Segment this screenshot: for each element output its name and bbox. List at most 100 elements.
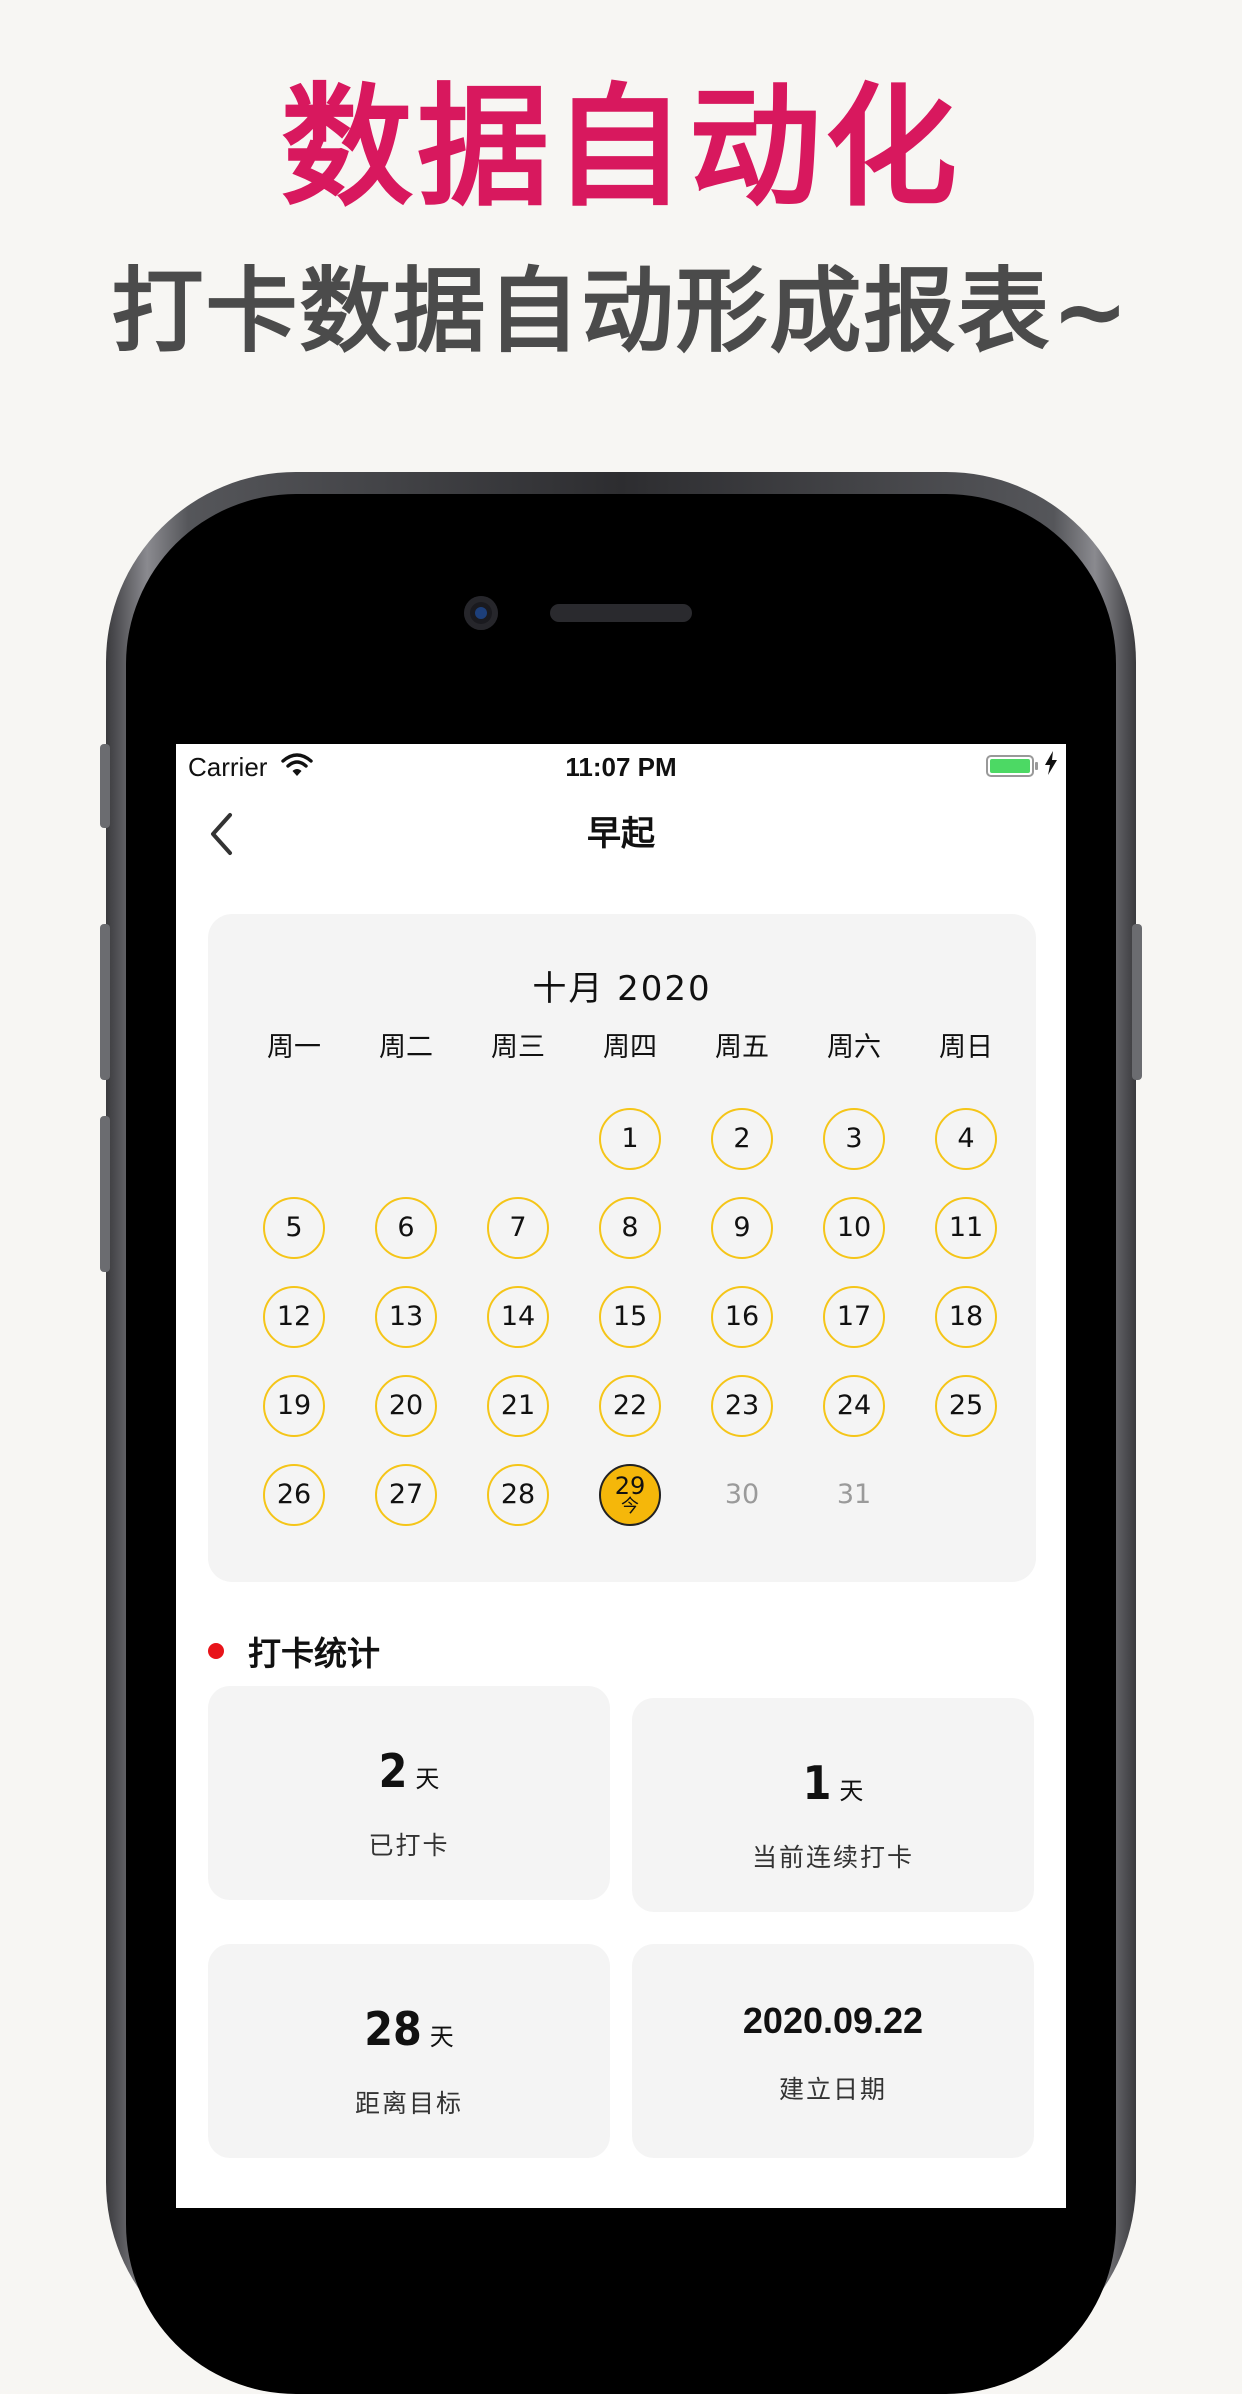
status-time: 11:07 PM bbox=[565, 752, 677, 782]
stat-label: 已打卡 bbox=[368, 1831, 450, 1860]
calendar-day[interactable]: 24 bbox=[798, 1361, 910, 1450]
calendar-day-circle: 28 bbox=[487, 1463, 549, 1526]
calendar-day[interactable]: 17 bbox=[798, 1272, 910, 1361]
calendar-day[interactable]: 6 bbox=[350, 1183, 462, 1272]
calendar-day-number: 12 bbox=[276, 1301, 312, 1332]
calendar-day-circle: 14 bbox=[487, 1285, 549, 1348]
calendar-day-circle: 8 bbox=[599, 1196, 661, 1259]
stat-value-row: 28 天 bbox=[208, 2000, 610, 2069]
calendar-day[interactable]: 26 bbox=[238, 1450, 350, 1539]
calendar-day[interactable]: 25 bbox=[910, 1361, 1022, 1450]
calendar-day-today[interactable]: 29 今 bbox=[574, 1450, 686, 1539]
stat-card-days-to-goal: 28 天 距离目标 bbox=[208, 1944, 610, 2158]
calendar-day-number: 7 bbox=[509, 1212, 527, 1243]
calendar-day-circle: 20 bbox=[375, 1374, 437, 1437]
calendar-day[interactable]: 9 bbox=[686, 1183, 798, 1272]
weekday-label: 周六 bbox=[827, 1032, 881, 1063]
calendar-day-circle: 7 bbox=[487, 1196, 549, 1259]
calendar-day-circle: 24 bbox=[823, 1374, 885, 1437]
calendar-day-number: 28 bbox=[500, 1479, 536, 1510]
stat-unit: 天 bbox=[415, 1765, 440, 1793]
calendar-day-number: 17 bbox=[836, 1301, 872, 1332]
calendar-day[interactable]: 1 bbox=[574, 1094, 686, 1183]
calendar-empty-cell bbox=[462, 1094, 574, 1183]
calendar-day[interactable]: 14 bbox=[462, 1272, 574, 1361]
calendar-day[interactable]: 7 bbox=[462, 1183, 574, 1272]
earpiece-speaker bbox=[550, 604, 692, 622]
stat-value-row: 1天 bbox=[632, 1754, 1034, 1823]
weekday-label: 周五 bbox=[715, 1032, 769, 1063]
calendar-day-circle: 6 bbox=[375, 1196, 437, 1259]
front-camera bbox=[464, 596, 498, 630]
calendar-day-number: 20 bbox=[388, 1390, 424, 1421]
weekday-label: 周一 bbox=[267, 1032, 321, 1063]
calendar-day-number: 25 bbox=[948, 1390, 984, 1421]
calendar-day-number: 30 bbox=[724, 1479, 760, 1510]
stat-label: 距离目标 bbox=[354, 2089, 463, 2118]
stat-unit: 天 bbox=[429, 2023, 454, 2051]
today-marker: 今 bbox=[621, 1495, 639, 1517]
calendar-weekday-header: 周一 周二 周三 周四 周五 周六 周日 bbox=[238, 1026, 1022, 1070]
stat-label: 建立日期 bbox=[778, 2075, 887, 2104]
weekday-label: 周日 bbox=[939, 1032, 993, 1063]
calendar-day[interactable]: 12 bbox=[238, 1272, 350, 1361]
charging-bolt-icon bbox=[1044, 750, 1058, 782]
calendar-day[interactable]: 15 bbox=[574, 1272, 686, 1361]
calendar-day-number: 26 bbox=[276, 1479, 312, 1510]
phone-volume-down-button bbox=[100, 1116, 110, 1272]
calendar-day[interactable]: 5 bbox=[238, 1183, 350, 1272]
calendar-day-circle: 19 bbox=[263, 1374, 325, 1437]
calendar-days-grid: 1 2 3 4 5 6 7 8 9 10 11 12 13 14 15 16 17 18 19 20 21 22 23 24 2… bbox=[238, 1094, 1022, 1539]
calendar-day-circle: 2 bbox=[711, 1107, 773, 1170]
calendar-day-number: 4 bbox=[957, 1123, 975, 1154]
calendar-day-number: 10 bbox=[836, 1212, 872, 1243]
calendar-day[interactable]: 19 bbox=[238, 1361, 350, 1450]
calendar-day[interactable]: 8 bbox=[574, 1183, 686, 1272]
calendar-day-number: 3 bbox=[845, 1123, 863, 1154]
calendar-day-circle: 29 今 bbox=[599, 1463, 661, 1526]
section-dot-icon bbox=[208, 1643, 224, 1659]
stat-card-current-streak: 1天 当前连续打卡 bbox=[632, 1698, 1034, 1912]
calendar-day-number: 9 bbox=[733, 1212, 751, 1243]
calendar-day[interactable]: 4 bbox=[910, 1094, 1022, 1183]
calendar-day[interactable]: 18 bbox=[910, 1272, 1022, 1361]
calendar-day-number: 13 bbox=[388, 1301, 424, 1332]
calendar-day-number: 18 bbox=[948, 1301, 984, 1332]
calendar-day-circle: 22 bbox=[599, 1374, 661, 1437]
calendar-day[interactable]: 2 bbox=[686, 1094, 798, 1183]
weekday-label: 周四 bbox=[603, 1032, 657, 1063]
calendar-day-number: 21 bbox=[500, 1390, 536, 1421]
calendar-day-number: 19 bbox=[276, 1390, 312, 1421]
calendar-day[interactable]: 28 bbox=[462, 1450, 574, 1539]
calendar-day-circle: 26 bbox=[263, 1463, 325, 1526]
promo-subline: 打卡数据自动形成报表~ bbox=[111, 258, 1131, 365]
calendar-day[interactable]: 10 bbox=[798, 1183, 910, 1272]
calendar-day[interactable]: 13 bbox=[350, 1272, 462, 1361]
calendar-day[interactable]: 16 bbox=[686, 1272, 798, 1361]
calendar-day-circle: 13 bbox=[375, 1285, 437, 1348]
weekday-label: 周二 bbox=[379, 1032, 433, 1063]
stat-value-row: 2天 bbox=[208, 1742, 610, 1811]
stat-label: 当前连续打卡 bbox=[751, 1843, 914, 1872]
calendar-day[interactable]: 21 bbox=[462, 1361, 574, 1450]
calendar-day[interactable]: 31 bbox=[798, 1450, 910, 1539]
calendar-day-circle: 5 bbox=[263, 1196, 325, 1259]
stat-date-value: 2020.09.22 bbox=[742, 2000, 924, 2041]
calendar-day-number: 31 bbox=[836, 1479, 872, 1510]
calendar-day[interactable]: 20 bbox=[350, 1361, 462, 1450]
calendar-day-number: 16 bbox=[724, 1301, 760, 1332]
calendar-day[interactable]: 23 bbox=[686, 1361, 798, 1450]
calendar-empty-cell bbox=[238, 1094, 350, 1183]
calendar-day[interactable]: 27 bbox=[350, 1450, 462, 1539]
calendar-day[interactable]: 22 bbox=[574, 1361, 686, 1450]
calendar-day-number: 15 bbox=[612, 1301, 648, 1332]
stat-unit: 天 bbox=[839, 1777, 864, 1805]
stat-number: 28 bbox=[364, 2002, 422, 2056]
calendar-day[interactable]: 11 bbox=[910, 1183, 1022, 1272]
stats-section-title: 打卡统计 bbox=[248, 1634, 380, 1673]
calendar-day[interactable]: 3 bbox=[798, 1094, 910, 1183]
calendar-day-circle: 3 bbox=[823, 1107, 885, 1170]
calendar-day-circle: 16 bbox=[711, 1285, 773, 1348]
calendar-day-number: 8 bbox=[621, 1212, 639, 1243]
calendar-day[interactable]: 30 bbox=[686, 1450, 798, 1539]
